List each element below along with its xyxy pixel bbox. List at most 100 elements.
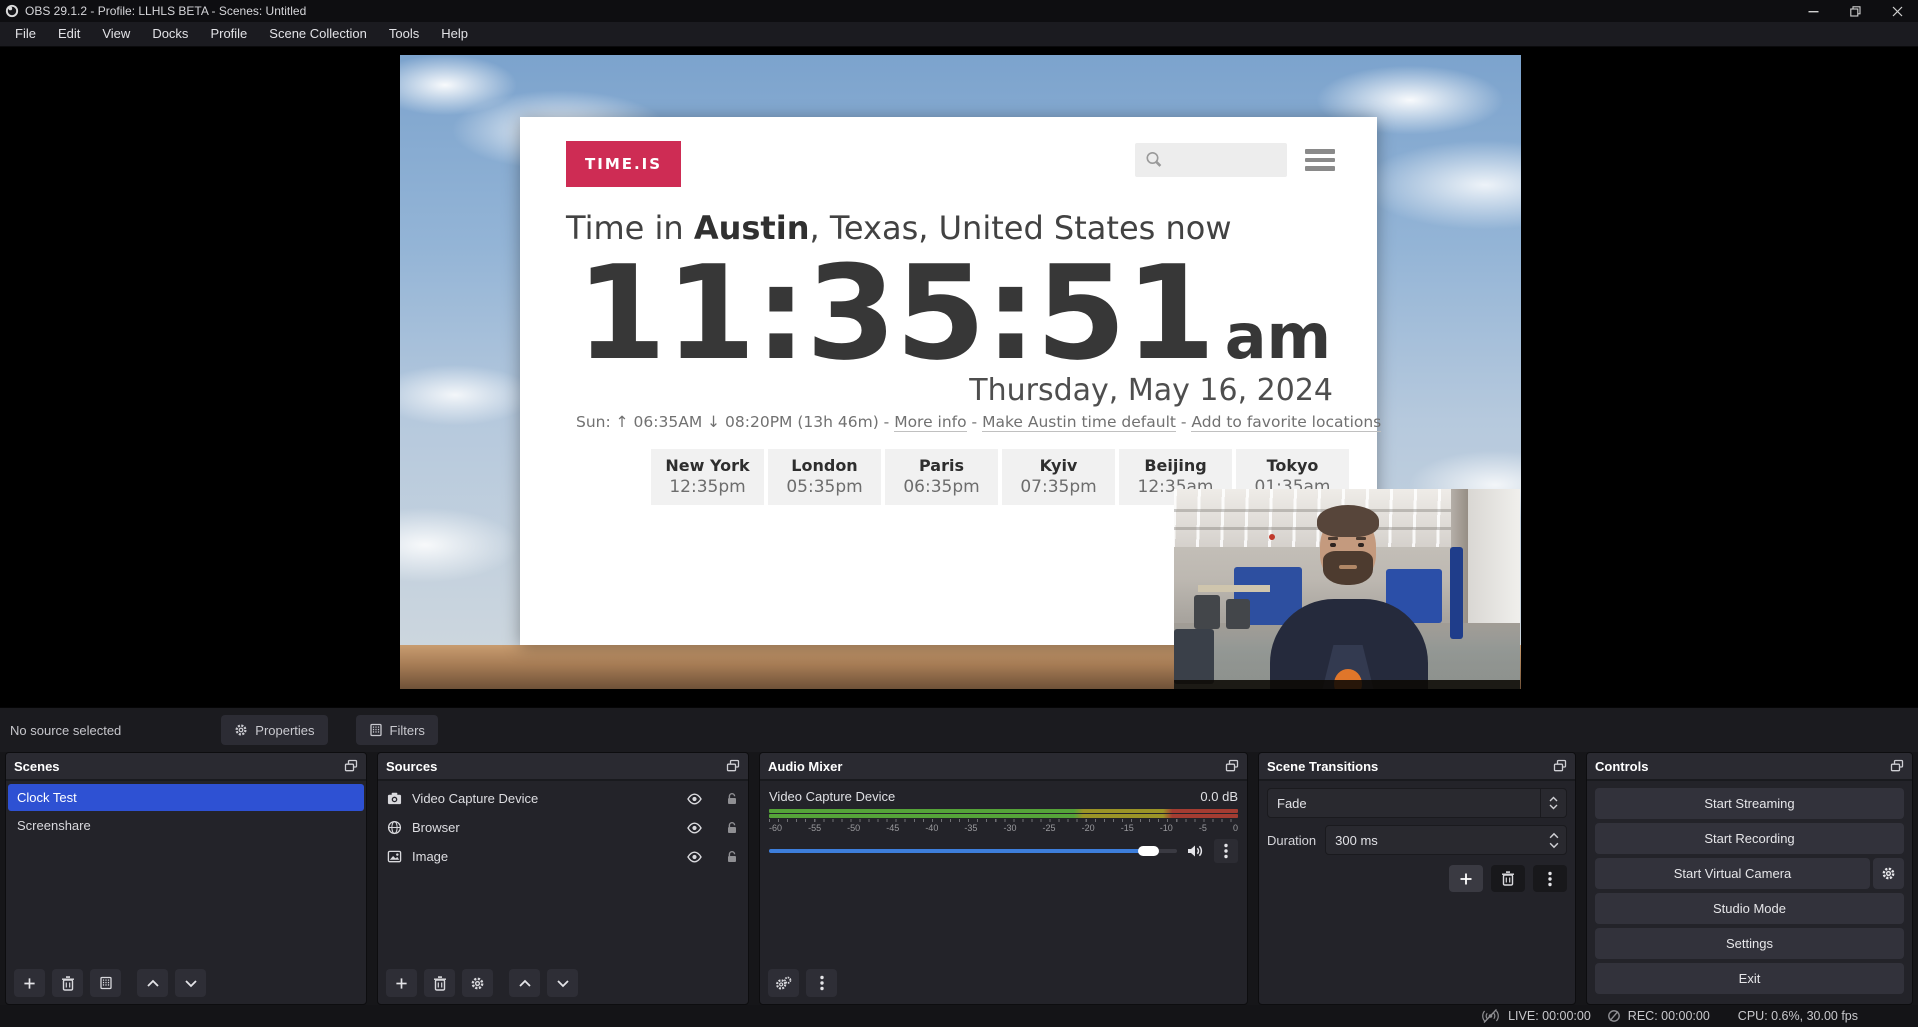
volume-meter [769, 814, 1238, 818]
chevron-down-icon [556, 979, 570, 988]
gear-icon [1881, 866, 1896, 881]
scenes-header: Scenes [6, 753, 366, 781]
start-recording-button[interactable]: Start Recording [1595, 823, 1904, 854]
menu-file[interactable]: File [4, 22, 47, 46]
chevron-up-icon [146, 979, 160, 988]
sources-title: Sources [386, 759, 437, 774]
eye-icon [686, 849, 703, 865]
scene-item-screenshare[interactable]: Screenshare [8, 812, 364, 839]
settings-button[interactable]: Settings [1595, 928, 1904, 959]
popout-icon [1890, 759, 1904, 773]
source-properties-button[interactable] [462, 969, 493, 997]
scenes-title: Scenes [14, 759, 60, 774]
eye-icon [686, 820, 703, 836]
timeis-sun-info: Sun: ↑ 06:35AM ↓ 08:20PM (13h 46m) - Mor… [576, 413, 1381, 431]
lock-icon [725, 821, 739, 835]
obs-window: OBS 29.1.2 - Profile: LLHLS BETA - Scene… [0, 0, 1918, 1027]
source-move-down-button[interactable] [547, 969, 578, 997]
city-kyiv: Kyiv07:35pm [1002, 449, 1115, 505]
source-row-video-capture[interactable]: Video Capture Device [378, 784, 748, 813]
lock-toggle[interactable] [725, 850, 739, 864]
add-scene-button[interactable] [14, 969, 45, 997]
lock-icon [725, 850, 739, 864]
studio-mode-button[interactable]: Studio Mode [1595, 893, 1904, 924]
visibility-toggle[interactable] [686, 791, 703, 807]
controls-title: Controls [1595, 759, 1648, 774]
start-virtual-camera-button[interactable]: Start Virtual Camera [1595, 858, 1870, 889]
duration-input[interactable]: 300 ms [1325, 825, 1567, 855]
volume-slider[interactable] [769, 849, 1177, 853]
more-info-link: More info [894, 413, 966, 432]
source-move-up-button[interactable] [509, 969, 540, 997]
speaker-icon[interactable] [1186, 843, 1205, 859]
add-source-button[interactable] [386, 969, 417, 997]
filter-icon [369, 723, 383, 737]
make-default-link: Make Austin time default [982, 413, 1176, 432]
clock-ampm: am [1225, 306, 1331, 368]
menu-profile[interactable]: Profile [199, 22, 258, 46]
city-london: London05:35pm [768, 449, 881, 505]
hamburger-menu-icon [1305, 149, 1335, 171]
menu-scene-collection[interactable]: Scene Collection [258, 22, 378, 46]
visibility-toggle[interactable] [686, 849, 703, 865]
close-button[interactable] [1876, 0, 1918, 22]
volume-slider-handle[interactable] [1138, 846, 1159, 856]
mixer-channel-name: Video Capture Device [769, 789, 895, 804]
audio-mixer-panel: Audio Mixer Video Capture Device 0.0 dB … [759, 752, 1248, 1005]
filters-button[interactable]: Filters [356, 715, 438, 745]
scene-filters-button[interactable] [90, 969, 121, 997]
preview-canvas[interactable]: TIME.IS Time in Austin, Texas, United St… [400, 55, 1521, 689]
properties-button[interactable]: Properties [221, 715, 327, 745]
maximize-button[interactable] [1834, 0, 1876, 22]
mixer-level-db: 0.0 dB [1200, 789, 1238, 804]
transition-properties-button[interactable] [1533, 865, 1567, 892]
search-icon [1144, 150, 1164, 170]
start-streaming-button[interactable]: Start Streaming [1595, 788, 1904, 819]
virtual-camera-settings-button[interactable] [1873, 858, 1904, 889]
controls-panel: Controls Start Streaming Start Recording… [1586, 752, 1913, 1005]
gear-icon [234, 723, 248, 737]
menu-view[interactable]: View [91, 22, 141, 46]
scene-transitions-panel: Scene Transitions Fade Duration [1258, 752, 1576, 1005]
menu-help[interactable]: Help [430, 22, 479, 46]
webcam-source[interactable] [1174, 489, 1520, 689]
visibility-toggle[interactable] [686, 820, 703, 836]
scene-item-clock-test[interactable]: Clock Test [8, 784, 364, 811]
scene-move-up-button[interactable] [137, 969, 168, 997]
minimize-button[interactable] [1792, 0, 1834, 22]
exit-button[interactable]: Exit [1595, 963, 1904, 994]
channel-menu-button[interactable] [1214, 839, 1238, 863]
popout-icon [726, 759, 740, 773]
meter-scale: -60-55-50-45-40-35-30-25-20-15-10-50 [769, 823, 1238, 833]
plus-icon [1459, 872, 1473, 886]
window-title: OBS 29.1.2 - Profile: LLHLS BETA - Scene… [25, 4, 306, 18]
sources-panel: Sources Video Capture Device Browser [377, 752, 749, 1005]
popout-icon [1225, 759, 1239, 773]
camera-icon [387, 791, 402, 806]
remove-source-button[interactable] [424, 969, 455, 997]
chevron-up-icon [518, 979, 532, 988]
lock-toggle[interactable] [725, 792, 739, 806]
remove-scene-button[interactable] [52, 969, 83, 997]
favorite-link: Add to favorite locations [1191, 413, 1381, 432]
menu-docks[interactable]: Docks [141, 22, 199, 46]
lock-toggle[interactable] [725, 821, 739, 835]
dots-vertical-icon [1548, 871, 1552, 887]
plus-icon [23, 977, 36, 990]
menu-tools[interactable]: Tools [378, 22, 430, 46]
menu-edit[interactable]: Edit [47, 22, 91, 46]
remove-transition-button[interactable] [1491, 865, 1525, 892]
clock-digits: 11:35:51 [576, 237, 1215, 390]
duration-label: Duration [1267, 833, 1316, 848]
image-icon [387, 849, 402, 864]
source-row-image[interactable]: Image [378, 842, 748, 871]
duration-spinner[interactable] [1542, 826, 1566, 854]
transition-select[interactable]: Fade [1267, 788, 1567, 818]
status-bar: LIVE: 00:00:00 REC: 00:00:00 CPU: 0.6%, … [0, 1005, 1918, 1027]
advanced-audio-button[interactable] [768, 969, 799, 997]
source-row-browser[interactable]: Browser [378, 813, 748, 842]
mixer-menu-button[interactable] [806, 969, 837, 997]
dots-vertical-icon [820, 975, 824, 991]
scene-move-down-button[interactable] [175, 969, 206, 997]
add-transition-button[interactable] [1449, 865, 1483, 892]
